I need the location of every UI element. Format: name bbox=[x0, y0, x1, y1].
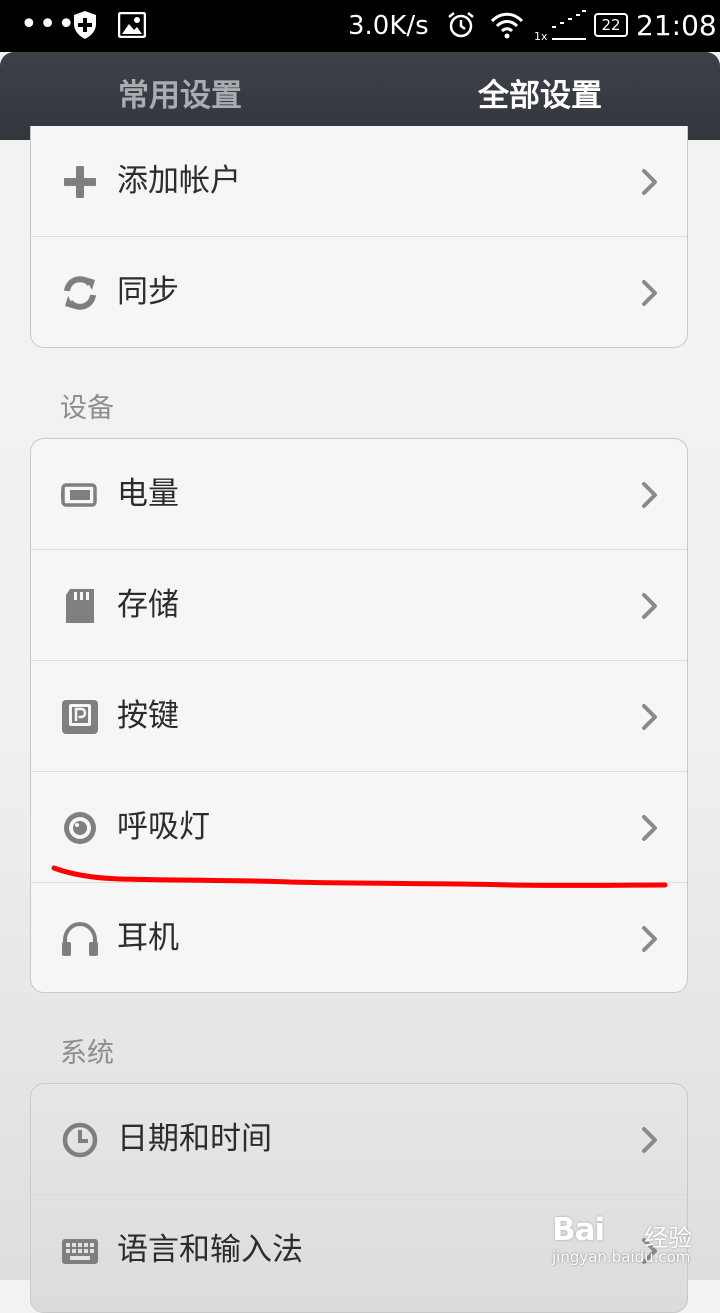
accounts-group: 添加帐户 同步 bbox=[30, 126, 688, 348]
list-item-label: 存储 bbox=[117, 587, 179, 623]
alarm-icon bbox=[446, 10, 476, 44]
list-item-label: 按键 bbox=[117, 698, 179, 734]
watermark-url: jingyan.baidu.com bbox=[552, 1248, 691, 1266]
list-item-label: 电量 bbox=[117, 476, 179, 512]
list-item-label: 添加帐户 bbox=[117, 163, 241, 199]
chevron-right-icon bbox=[639, 278, 661, 308]
headphones-icon bbox=[61, 920, 99, 958]
baidu-watermark: Bai 经验 jingyan.baidu.com bbox=[552, 1212, 720, 1280]
shield-icon bbox=[72, 10, 98, 44]
battery-icon bbox=[61, 476, 99, 514]
chevron-right-icon bbox=[639, 591, 661, 621]
list-item-label: 同步 bbox=[117, 274, 179, 310]
list-item-label: 日期和时间 bbox=[117, 1121, 272, 1157]
keyboard-icon bbox=[61, 1232, 99, 1270]
plus-icon bbox=[61, 163, 99, 201]
image-icon bbox=[117, 11, 147, 42]
status-bar: ••• 3.0K/s 1x 22 21:08 bbox=[0, 0, 720, 52]
list-item-battery[interactable]: 电量 bbox=[31, 439, 687, 550]
key-icon bbox=[61, 698, 99, 736]
chevron-right-icon bbox=[639, 167, 661, 197]
sync-icon bbox=[61, 274, 99, 312]
list-item-storage[interactable]: 存储 bbox=[31, 550, 687, 661]
chevron-right-icon bbox=[639, 1125, 661, 1155]
clock-icon bbox=[61, 1121, 99, 1159]
chevron-right-icon bbox=[639, 702, 661, 732]
sd-card-icon bbox=[61, 587, 99, 625]
section-title-device: 设备 bbox=[60, 393, 114, 424]
section-title-system: 系统 bbox=[60, 1038, 114, 1069]
chevron-right-icon bbox=[639, 813, 661, 843]
chevron-right-icon bbox=[639, 480, 661, 510]
red-underline-annotation bbox=[51, 865, 668, 888]
led-icon bbox=[61, 809, 99, 847]
battery-indicator: 22 bbox=[594, 13, 628, 37]
list-item-sync[interactable]: 同步 bbox=[31, 237, 687, 347]
device-group: 电量 存储 按键 呼吸灯 耳机 bbox=[30, 438, 688, 993]
network-speed: 3.0K/s bbox=[348, 11, 429, 41]
list-item-label: 语言和输入法 bbox=[117, 1232, 303, 1268]
signal-icon: 1x bbox=[534, 10, 588, 46]
signal-label: 1x bbox=[534, 30, 548, 42]
watermark-logo: Bai bbox=[552, 1212, 605, 1248]
list-item-keys[interactable]: 按键 bbox=[31, 661, 687, 772]
wifi-icon bbox=[490, 11, 524, 43]
list-item-date-time[interactable]: 日期和时间 bbox=[31, 1084, 687, 1195]
notification-dots: ••• bbox=[20, 7, 77, 42]
chevron-right-icon bbox=[639, 924, 661, 954]
clock-time: 21:08 bbox=[636, 9, 717, 42]
list-item-add-account[interactable]: 添加帐户 bbox=[31, 126, 687, 237]
